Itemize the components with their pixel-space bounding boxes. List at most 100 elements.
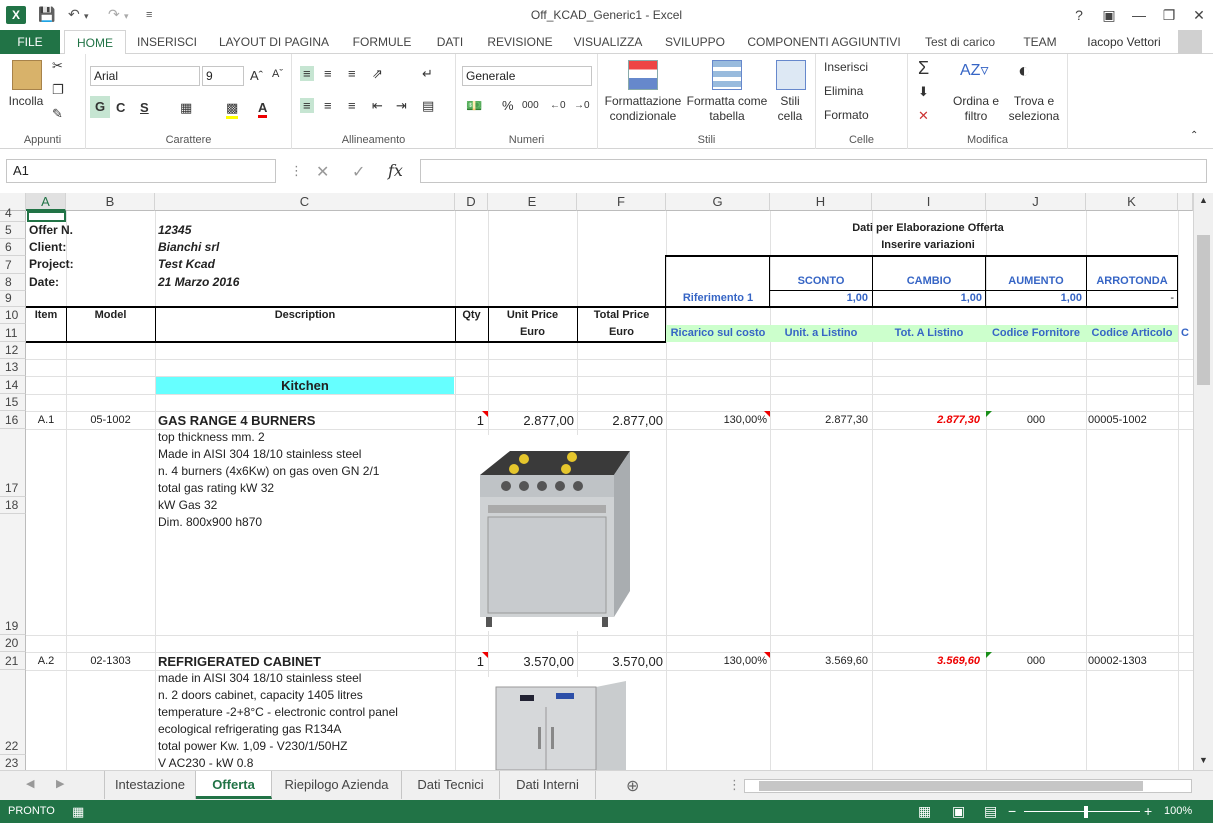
column-header-e[interactable]: E	[488, 193, 577, 211]
row-header[interactable]: 8	[0, 274, 26, 291]
cancel-icon[interactable]: ✕	[316, 162, 329, 182]
collapse-ribbon-icon[interactable]: ⌃	[1190, 130, 1198, 141]
fill-color-icon[interactable]: ▩	[226, 100, 239, 119]
align-middle-icon[interactable]: ≡	[324, 66, 332, 81]
format-table-button[interactable]: Formatta come tabella	[686, 94, 768, 124]
sheet-tab-intestazione[interactable]: Intestazione	[104, 771, 196, 799]
column-header-g[interactable]: G	[666, 193, 770, 211]
align-right-icon[interactable]: ≡	[348, 98, 356, 113]
column-header-h[interactable]: H	[770, 193, 872, 211]
percent-icon[interactable]: %	[502, 98, 514, 113]
aumento-value[interactable]: 1,00	[986, 290, 1082, 307]
sheet-tab-dati-interni[interactable]: Dati Interni	[500, 771, 596, 799]
column-header-d[interactable]: D	[455, 193, 488, 211]
select-all-corner[interactable]	[0, 193, 26, 211]
tab-test-carico[interactable]: Test di carico	[916, 30, 1004, 54]
column-header-k[interactable]: K	[1086, 193, 1178, 211]
format-button[interactable]: Formato	[824, 108, 869, 123]
cut-icon[interactable]: ✂	[52, 58, 63, 74]
zoom-in-icon[interactable]: +	[1144, 800, 1152, 823]
increase-indent-icon[interactable]: ⇥	[396, 98, 407, 114]
next-sheet-icon[interactable]: ▶	[56, 777, 64, 790]
row-header[interactable]: 11	[0, 324, 26, 342]
user-avatar[interactable]	[1178, 30, 1202, 54]
tab-formule[interactable]: FORMULE	[345, 30, 419, 54]
insert-function-icon[interactable]: fx	[388, 161, 403, 180]
font-color-icon[interactable]: A	[258, 100, 268, 118]
refrigerated-cabinet-image[interactable]	[466, 677, 652, 770]
autosum-icon[interactable]: Σ	[918, 58, 929, 79]
customize-qat-icon[interactable]: ≡	[146, 9, 152, 21]
user-name[interactable]: Iacopo Vettori	[1078, 30, 1170, 54]
arrotonda-value[interactable]: -	[1086, 290, 1174, 307]
wrap-text-icon[interactable]: ↵	[422, 66, 433, 82]
tab-revisione[interactable]: REVISIONE	[482, 30, 558, 54]
tab-dati[interactable]: DATI	[428, 30, 472, 54]
sheet-tab-dati-tecnici[interactable]: Dati Tecnici	[402, 771, 500, 799]
row-header[interactable]: 22	[0, 670, 26, 755]
paste-button[interactable]: Incolla	[4, 94, 48, 109]
sheet-tab-riepilogo[interactable]: Riepilogo Azienda	[272, 771, 402, 799]
page-break-icon[interactable]: ▤	[984, 800, 997, 823]
increase-decimal-icon[interactable]: ←0	[550, 100, 566, 111]
row-header[interactable]: 6	[0, 239, 26, 256]
grow-font-icon[interactable]: Aˆ	[250, 68, 263, 83]
find-select-button[interactable]: Trova e seleziona	[1006, 94, 1062, 124]
orientation-icon[interactable]: ⇗	[372, 66, 383, 82]
gas-range-image[interactable]	[466, 435, 658, 631]
fill-icon[interactable]: ⬇	[918, 84, 929, 100]
paste-icon[interactable]	[12, 60, 42, 90]
tab-team[interactable]: TEAM	[1014, 30, 1066, 54]
column-header-next[interactable]	[1178, 193, 1193, 211]
font-size-dropdown[interactable]: 9	[202, 66, 244, 86]
redo-icon[interactable]: ↷	[108, 6, 120, 23]
column-header-i[interactable]: I	[872, 193, 986, 211]
formula-input[interactable]	[420, 159, 1207, 183]
italic-button[interactable]: C	[116, 100, 125, 115]
insert-button[interactable]: Inserisci	[824, 60, 868, 75]
currency-icon[interactable]: 💵	[466, 98, 482, 114]
page-layout-icon[interactable]: ▣	[952, 800, 965, 823]
conditional-format-icon[interactable]	[628, 60, 658, 90]
prev-sheet-icon[interactable]: ◀	[26, 777, 34, 790]
decrease-indent-icon[interactable]: ⇤	[372, 98, 383, 114]
row-header[interactable]: 5	[0, 222, 26, 239]
sheet-tab-offerta[interactable]: Offerta	[196, 771, 272, 799]
zoom-level[interactable]: 100%	[1164, 800, 1192, 823]
normal-view-icon[interactable]: ▦	[918, 800, 931, 823]
row-header[interactable]: 9	[0, 291, 26, 307]
thousands-icon[interactable]: 000	[522, 100, 539, 111]
tab-sviluppo[interactable]: SVILUPPO	[658, 30, 732, 54]
row-header[interactable]: 19	[0, 514, 26, 635]
sconto-value[interactable]: 1,00	[770, 290, 868, 307]
horizontal-scroll-thumb[interactable]	[759, 781, 1143, 791]
cell-styles-icon[interactable]	[776, 60, 806, 90]
row-header[interactable]: 4	[0, 206, 26, 222]
row-header[interactable]: 15	[0, 394, 26, 411]
conditional-format-button[interactable]: Formattazione condizionale	[602, 94, 684, 124]
format-painter-icon[interactable]: ✎	[52, 106, 63, 122]
row-header[interactable]: 21	[0, 652, 26, 670]
row-header[interactable]: 7	[0, 256, 26, 274]
zoom-slider[interactable]	[1024, 811, 1140, 812]
minimize-button[interactable]: —	[1126, 4, 1152, 26]
delete-button[interactable]: Elimina	[824, 84, 863, 99]
worksheet-grid[interactable]: A B C D E F G H I J K 4 5 6 7 8 9 10 11 …	[0, 193, 1193, 770]
tab-home[interactable]: HOME	[64, 30, 126, 55]
scroll-thumb[interactable]	[1197, 235, 1210, 385]
align-left-icon[interactable]: ≡	[300, 98, 314, 113]
cambio-value[interactable]: 1,00	[872, 290, 982, 307]
name-box[interactable]: A1	[6, 159, 276, 183]
align-center-icon[interactable]: ≡	[324, 98, 332, 113]
vertical-scrollbar[interactable]: ▲ ▼	[1193, 193, 1213, 770]
restore-button[interactable]: ❐	[1156, 4, 1182, 26]
row-header[interactable]: 12	[0, 342, 26, 359]
shrink-font-icon[interactable]: Aˇ	[272, 68, 283, 80]
cell-styles-button[interactable]: Stili cella	[768, 94, 812, 124]
enter-icon[interactable]: ✓	[352, 162, 365, 182]
sort-filter-icon[interactable]: AZ▿	[960, 60, 988, 80]
row-header[interactable]: 13	[0, 359, 26, 376]
add-sheet-icon[interactable]: ⊕	[626, 776, 639, 796]
row-header[interactable]: 17	[0, 429, 26, 497]
help-icon[interactable]: ?	[1066, 4, 1092, 26]
